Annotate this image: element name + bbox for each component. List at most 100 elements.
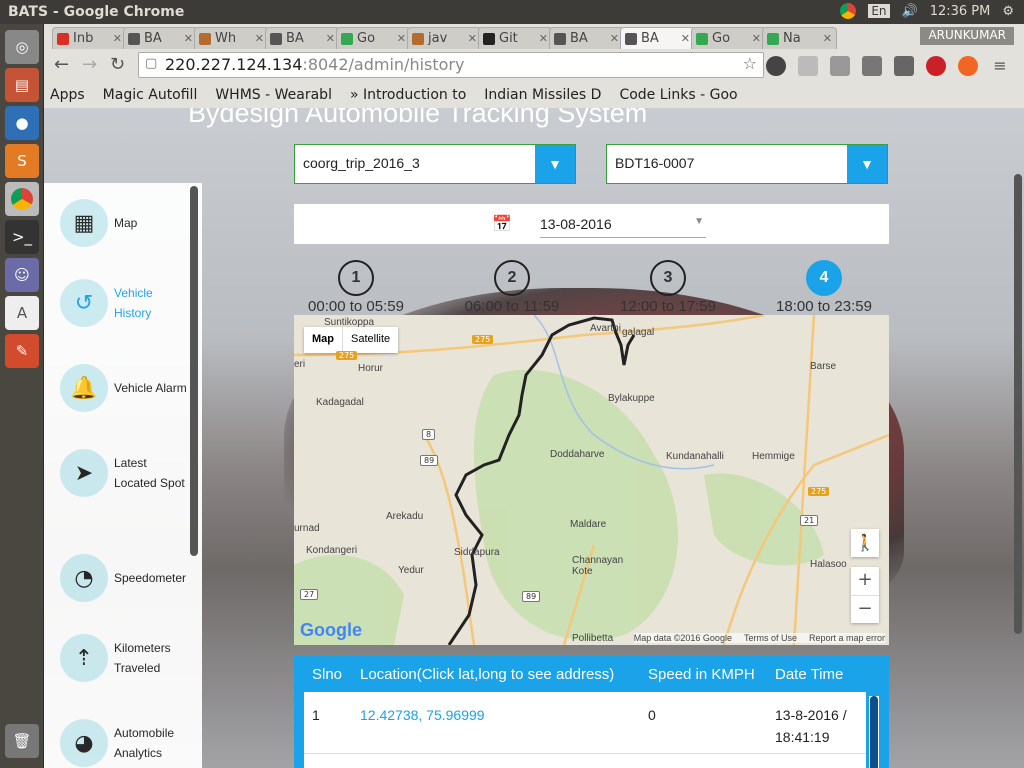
pidgin-icon[interactable]: ☺ xyxy=(5,258,39,292)
table-scrollbar[interactable] xyxy=(869,696,879,768)
sidebar-item[interactable]: ⇡ Kilometers Traveled xyxy=(60,634,190,682)
chevron-down-icon[interactable]: ▼ xyxy=(535,145,575,183)
extensions-bar: ≡ xyxy=(766,56,1010,76)
time-range-step[interactable]: 4 18:00 to 23:59 xyxy=(749,260,899,315)
close-icon[interactable]: ✕ xyxy=(752,32,761,45)
extension-icon[interactable] xyxy=(894,56,914,76)
address-bar[interactable]: ▢ 220.227.124.134:8042/admin/history ☆ xyxy=(138,52,764,78)
extension-icon[interactable] xyxy=(862,56,882,76)
forward-icon[interactable]: → xyxy=(82,54,97,75)
browser-tab[interactable]: jav ✕ xyxy=(407,27,482,49)
favicon-icon xyxy=(412,32,424,45)
map-footer: Map data ©2016 Google Terms of Use Report … xyxy=(633,633,885,643)
browser-tab[interactable]: Na ✕ xyxy=(762,27,837,49)
map-place-label: Suntikoppa xyxy=(324,317,375,328)
map-footer-link[interactable]: Report a map error xyxy=(809,633,885,643)
menu-icon[interactable]: ≡ xyxy=(990,56,1010,76)
extension-icon[interactable] xyxy=(958,56,978,76)
browser-tab[interactable]: Go ✕ xyxy=(336,27,411,49)
browser-tab[interactable]: BA ✕ xyxy=(123,27,198,49)
bookmark-item[interactable]: » Introduction to xyxy=(350,87,466,103)
close-icon[interactable]: ✕ xyxy=(113,32,122,45)
map-type-satellite-button[interactable]: Satellite xyxy=(343,327,398,353)
browser-tab[interactable]: Wh ✕ xyxy=(194,27,269,49)
browser-chrome: Inb ✕ BA ✕ Wh ✕ BA ✕ Go ✕ jav ✕ Git ✕ BA ✕ BA ✕ Go ✕ Na ✕ ARU… xyxy=(44,24,1024,108)
map-place-label: Kadagadal xyxy=(316,397,364,408)
time-range-step[interactable]: 2 06:00 to 11:59 xyxy=(437,260,587,315)
close-icon[interactable]: ✕ xyxy=(539,32,548,45)
files-icon[interactable]: ▤ xyxy=(5,68,39,102)
map-type-map-button[interactable]: Map xyxy=(304,327,343,353)
close-icon[interactable]: ✕ xyxy=(255,32,264,45)
chrome-tray-icon[interactable] xyxy=(840,3,857,19)
back-icon[interactable]: ← xyxy=(54,54,69,75)
table-body: 1 12.42738, 75.96999 0 13-8-2016 / 18:41… xyxy=(304,692,866,768)
sidebar-scrollbar[interactable] xyxy=(190,186,198,556)
pinterest-icon[interactable] xyxy=(926,56,946,76)
sidebar-item[interactable]: 🔔 Vehicle Alarm xyxy=(60,364,190,412)
map-footer-link[interactable]: Terms of Use xyxy=(744,633,797,643)
browser-tab[interactable]: BA ✕ xyxy=(549,27,624,49)
sidebar-item[interactable]: ↺ Vehicle History xyxy=(60,279,190,327)
step-label: 18:00 to 23:59 xyxy=(776,298,872,315)
sidebar-item[interactable]: ◔ Speedometer xyxy=(60,554,190,602)
extension-icon[interactable] xyxy=(830,56,850,76)
browser-tab[interactable]: Git ✕ xyxy=(478,27,553,49)
date-select[interactable]: 13-08-2016 ▼ xyxy=(540,212,706,238)
close-icon[interactable]: ✕ xyxy=(468,32,477,45)
close-icon[interactable]: ✕ xyxy=(610,32,619,45)
dash-icon[interactable]: ◎ xyxy=(5,30,39,64)
trash-icon[interactable]: 🗑 xyxy=(5,724,39,758)
time-range-step[interactable]: 3 12:00 to 17:59 xyxy=(593,260,743,315)
close-icon[interactable]: ✕ xyxy=(326,32,335,45)
table-row: 1 12.42738, 75.96999 0 13-8-2016 / 18:41… xyxy=(304,692,866,754)
keyboard-indicator[interactable]: En xyxy=(868,4,890,18)
time-range-step[interactable]: 1 00:00 to 05:59 xyxy=(281,260,431,315)
bookmark-star-icon[interactable]: ☆ xyxy=(743,54,757,73)
sublime-icon[interactable]: S xyxy=(5,144,39,178)
calendar-icon[interactable]: 📅 xyxy=(492,214,512,233)
sidebar-item[interactable]: ▦ Map xyxy=(60,199,190,247)
reload-icon[interactable]: ↻ xyxy=(110,54,125,75)
sidebar-item[interactable]: ◕ Automobile Analytics xyxy=(60,719,190,767)
zoom-in-button[interactable]: + xyxy=(851,567,879,595)
browser-tab[interactable]: BA ✕ xyxy=(620,27,695,49)
cell-location-link[interactable]: 12.42738, 75.96999 xyxy=(360,704,485,726)
settings-gear-icon[interactable]: ⚙ xyxy=(1002,4,1014,19)
browser-tab[interactable]: BA ✕ xyxy=(265,27,340,49)
software-center-icon[interactable]: A xyxy=(5,296,39,330)
history-icon: ↺ xyxy=(60,279,108,327)
clock[interactable]: 12:36 PM xyxy=(930,4,991,19)
chevron-down-icon[interactable]: ▼ xyxy=(847,145,887,183)
settings-icon[interactable]: ✎ xyxy=(5,334,39,368)
step-label: 00:00 to 05:59 xyxy=(308,298,404,315)
extension-icon[interactable] xyxy=(766,56,786,76)
profile-button[interactable]: ARUNKUMAR xyxy=(920,27,1014,45)
extension-icon[interactable] xyxy=(798,56,818,76)
zoom-out-button[interactable]: − xyxy=(851,595,879,623)
sidebar-item[interactable]: ➤ Latest Located Spot xyxy=(60,449,190,497)
chrome-icon[interactable] xyxy=(5,182,39,216)
close-icon[interactable]: ✕ xyxy=(397,32,406,45)
map[interactable]: Map Satellite Suntikoppa Avarthi Horur Byla… xyxy=(294,315,889,645)
vehicle-select[interactable]: BDT16-0007 ▼ xyxy=(606,144,888,184)
map-place-label: Arekadu xyxy=(386,511,424,522)
close-icon[interactable]: ✕ xyxy=(184,32,193,45)
tab-label: Git xyxy=(499,31,518,46)
page-scrollbar[interactable] xyxy=(1014,174,1022,634)
terminal-icon[interactable]: >_ xyxy=(5,220,39,254)
close-icon[interactable]: ✕ xyxy=(681,32,690,45)
bookmark-item[interactable]: Code Links - Goo xyxy=(619,87,737,103)
firefox-icon[interactable]: ● xyxy=(5,106,39,140)
browser-tab[interactable]: Inb ✕ xyxy=(52,27,127,49)
bookmark-item[interactable]: WHMS - Wearabl xyxy=(215,87,332,103)
browser-tab[interactable]: Go ✕ xyxy=(691,27,766,49)
trip-select[interactable]: coorg_trip_2016_3 ▼ xyxy=(294,144,576,184)
volume-icon[interactable]: 🔊 xyxy=(902,4,918,19)
street-view-pegman-icon[interactable]: 🚶 xyxy=(851,529,879,557)
bookmark-item[interactable]: Indian Missiles D xyxy=(484,87,601,103)
apps-bookmark[interactable]: Apps xyxy=(50,87,85,103)
col-datetime: Date Time xyxy=(775,666,844,683)
bookmark-item[interactable]: Magic Autofill xyxy=(103,87,198,103)
close-icon[interactable]: ✕ xyxy=(823,32,832,45)
